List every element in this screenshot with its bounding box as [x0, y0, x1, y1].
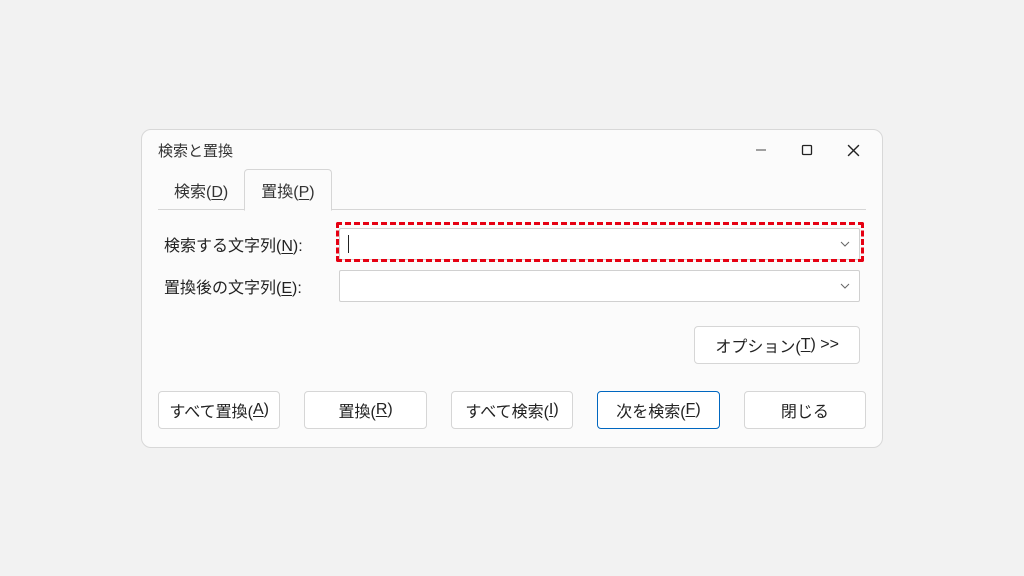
replace-all-button[interactable]: すべて置換(A) — [158, 391, 280, 429]
replace-string-combo[interactable] — [339, 270, 860, 302]
search-string-combo[interactable] — [339, 228, 860, 260]
tab-replace[interactable]: 置換(P) — [244, 169, 331, 211]
text-cursor — [348, 235, 349, 253]
tab-search[interactable]: 検索(D) — [158, 170, 244, 210]
options-row: オプション(T) >> — [142, 312, 882, 364]
replace-button[interactable]: 置換(R) — [304, 391, 426, 429]
form-area: 検索する文字列(N): 置換後の文字列(E): — [142, 210, 882, 312]
minimize-button[interactable] — [738, 134, 784, 166]
button-row: すべて置換(A) 置換(R) すべて検索(I) 次を検索(F) 閉じる — [142, 391, 882, 447]
row-replace-string: 置換後の文字列(E): — [164, 270, 860, 302]
find-replace-dialog: 検索と置換 検索(D) 置換(P) 検索する文字列(N): — [141, 129, 883, 448]
label-replace-string: 置換後の文字列(E): — [164, 274, 339, 298]
window-controls — [738, 134, 876, 166]
options-button[interactable]: オプション(T) >> — [694, 326, 860, 364]
find-all-button[interactable]: すべて検索(I) — [451, 391, 573, 429]
titlebar: 検索と置換 — [142, 130, 882, 170]
chevron-down-icon[interactable] — [837, 283, 853, 289]
chevron-down-icon[interactable] — [837, 241, 853, 247]
row-search-string: 検索する文字列(N): — [164, 228, 860, 260]
close-button[interactable] — [830, 134, 876, 166]
dialog-title: 検索と置換 — [158, 140, 738, 161]
label-search-string: 検索する文字列(N): — [164, 232, 339, 256]
close-dialog-button[interactable]: 閉じる — [744, 391, 866, 429]
tab-strip: 検索(D) 置換(P) — [142, 170, 882, 210]
find-next-button[interactable]: 次を検索(F) — [597, 391, 719, 429]
maximize-button[interactable] — [784, 134, 830, 166]
